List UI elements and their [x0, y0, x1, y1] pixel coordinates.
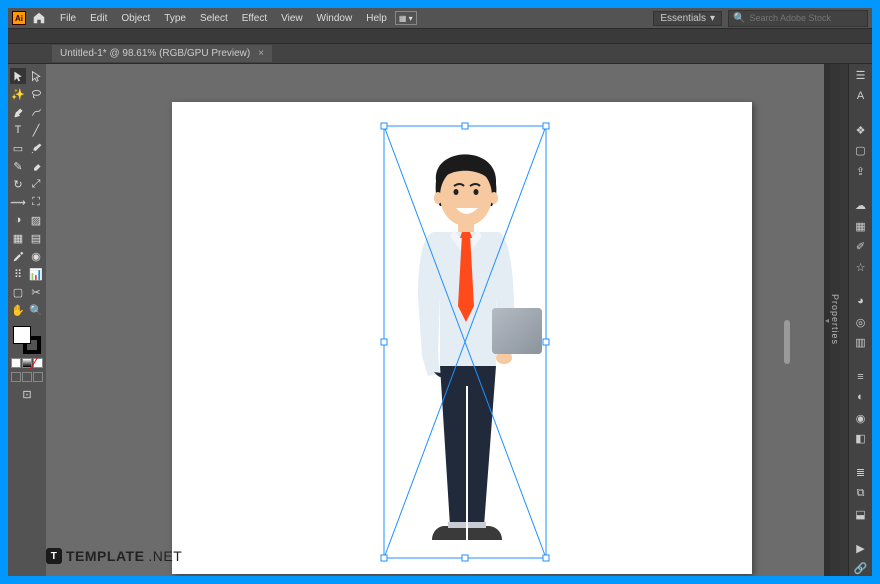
- menu-window[interactable]: Window: [311, 11, 359, 26]
- color-icon[interactable]: ◕: [853, 294, 869, 309]
- type-tool[interactable]: T: [10, 122, 26, 138]
- menu-view[interactable]: View: [275, 11, 309, 26]
- workspace-switcher[interactable]: Essentials ▾: [653, 11, 722, 26]
- menu-help[interactable]: Help: [360, 11, 393, 26]
- menu-file[interactable]: File: [54, 11, 82, 26]
- color-guide-icon[interactable]: ◎: [853, 315, 869, 330]
- menubar: Ai File Edit Object Type Select Effect V…: [8, 8, 872, 28]
- scrollbar-thumb[interactable]: [784, 320, 790, 364]
- rectangle-tool[interactable]: ▭: [10, 140, 26, 156]
- search-icon: 🔍: [733, 13, 745, 24]
- direct-selection-tool[interactable]: [28, 68, 44, 84]
- paintbrush-tool[interactable]: [28, 140, 44, 156]
- align-icon[interactable]: ≣: [853, 465, 869, 480]
- transparency-icon[interactable]: ◐: [853, 390, 869, 405]
- transform-icon[interactable]: ⧉: [853, 486, 869, 501]
- lasso-tool[interactable]: [28, 86, 44, 102]
- curvature-tool[interactable]: [28, 104, 44, 120]
- gradient-icon[interactable]: ▥: [853, 335, 869, 350]
- layers-icon[interactable]: ❖: [853, 123, 869, 138]
- workspace-label: Essentials: [660, 13, 706, 24]
- perspective-tool[interactable]: ▨: [28, 212, 44, 228]
- stroke-icon[interactable]: ≡: [853, 369, 869, 384]
- free-transform-tool[interactable]: ⛶: [28, 194, 44, 210]
- rotate-tool[interactable]: ↻: [10, 176, 26, 192]
- change-screen-mode[interactable]: ⊡: [19, 386, 35, 402]
- fill-swatch[interactable]: [13, 326, 31, 344]
- watermark-logo-icon: T: [46, 548, 62, 564]
- control-bar: [8, 28, 872, 44]
- placed-illustration[interactable]: [384, 126, 546, 558]
- graphic-styles-icon[interactable]: ◧: [853, 431, 869, 446]
- mesh-tool[interactable]: ▦: [10, 230, 26, 246]
- search-input[interactable]: [749, 13, 863, 23]
- chevron-down-icon: ▾: [710, 13, 715, 24]
- tab-title: Untitled-1* @ 98.61% (RGB/GPU Preview): [60, 48, 250, 59]
- canvas[interactable]: [46, 64, 824, 576]
- shape-builder-tool[interactable]: ◑: [10, 212, 26, 228]
- brushes-icon[interactable]: ✐: [853, 239, 869, 254]
- actions-icon[interactable]: ▶: [853, 541, 869, 556]
- hand-tool[interactable]: ✋: [10, 302, 26, 318]
- close-icon[interactable]: ×: [258, 48, 264, 59]
- slice-tool[interactable]: ✂: [28, 284, 44, 300]
- width-tool[interactable]: ⟿: [10, 194, 26, 210]
- type-panel-icon[interactable]: A: [853, 89, 869, 104]
- screen-mode[interactable]: [11, 372, 43, 382]
- search-box[interactable]: 🔍: [728, 10, 868, 27]
- pathfinder-icon[interactable]: ⬓: [853, 507, 869, 522]
- arrange-documents-icon[interactable]: ▦ ▾: [395, 11, 417, 25]
- document-tabs: Untitled-1* @ 98.61% (RGB/GPU Preview) ×: [8, 44, 872, 64]
- symbols-icon[interactable]: ☆: [853, 260, 869, 275]
- right-tab-properties[interactable]: Properties: [830, 64, 840, 576]
- properties-panel-icon[interactable]: ☰: [853, 68, 869, 83]
- color-swatches[interactable]: [13, 326, 41, 354]
- menu-select[interactable]: Select: [194, 11, 234, 26]
- workspace: ✨ T╱ ▭ ✎ ↻⤢ ⟿⛶ ◑▨ ▦▤ ◉ ⠿📊 ▢✂ ✋🔍 ⁄ ⊡: [8, 64, 872, 576]
- right-panel-icons: ☰ A ❖ ▢ ⇪ ☁ ▦ ✐ ☆ ◕ ◎ ▥ ≡ ◐ ◉ ◧ ≣ ⧉ ⬓ ▶: [848, 64, 872, 576]
- selection-tool[interactable]: [10, 68, 26, 84]
- pen-tool[interactable]: [10, 104, 26, 120]
- panel-gutter: [840, 64, 848, 576]
- right-tab-label: Properties: [830, 294, 840, 345]
- document-tab[interactable]: Untitled-1* @ 98.61% (RGB/GPU Preview) ×: [52, 45, 272, 62]
- app-logo: Ai: [12, 11, 26, 25]
- gradient-tool[interactable]: ▤: [28, 230, 44, 246]
- blend-tool[interactable]: ◉: [28, 248, 44, 264]
- asset-export-icon[interactable]: ⇪: [853, 164, 869, 179]
- home-icon[interactable]: [32, 11, 46, 25]
- menu-effect[interactable]: Effect: [236, 11, 273, 26]
- watermark: T TEMPLATE.NET: [46, 548, 182, 564]
- swatches-icon[interactable]: ▦: [853, 219, 869, 234]
- watermark-suffix: .NET: [148, 548, 182, 564]
- appearance-icon[interactable]: ◉: [853, 411, 869, 426]
- watermark-text: TEMPLATE: [66, 548, 144, 564]
- symbol-sprayer-tool[interactable]: ⠿: [10, 266, 26, 282]
- draw-mode[interactable]: ⁄: [11, 358, 43, 368]
- artboard-tool[interactable]: ▢: [10, 284, 26, 300]
- shaper-tool[interactable]: ✎: [10, 158, 26, 174]
- scale-tool[interactable]: ⤢: [28, 176, 44, 192]
- menu-object[interactable]: Object: [115, 11, 156, 26]
- menu-type[interactable]: Type: [158, 11, 192, 26]
- menu-edit[interactable]: Edit: [84, 11, 113, 26]
- eyedropper-tool[interactable]: [10, 248, 26, 264]
- illustrator-window: Ai File Edit Object Type Select Effect V…: [8, 8, 872, 576]
- libraries-icon[interactable]: ☁: [853, 198, 869, 213]
- tools-panel: ✨ T╱ ▭ ✎ ↻⤢ ⟿⛶ ◑▨ ▦▤ ◉ ⠿📊 ▢✂ ✋🔍 ⁄ ⊡: [8, 64, 46, 576]
- artboards-icon[interactable]: ▢: [853, 143, 869, 158]
- magic-wand-tool[interactable]: ✨: [10, 86, 26, 102]
- zoom-tool[interactable]: 🔍: [28, 302, 44, 318]
- eraser-tool[interactable]: [28, 158, 44, 174]
- links-icon[interactable]: 🔗: [853, 561, 869, 576]
- column-graph-tool[interactable]: 📊: [28, 266, 44, 282]
- line-tool[interactable]: ╱: [28, 122, 44, 138]
